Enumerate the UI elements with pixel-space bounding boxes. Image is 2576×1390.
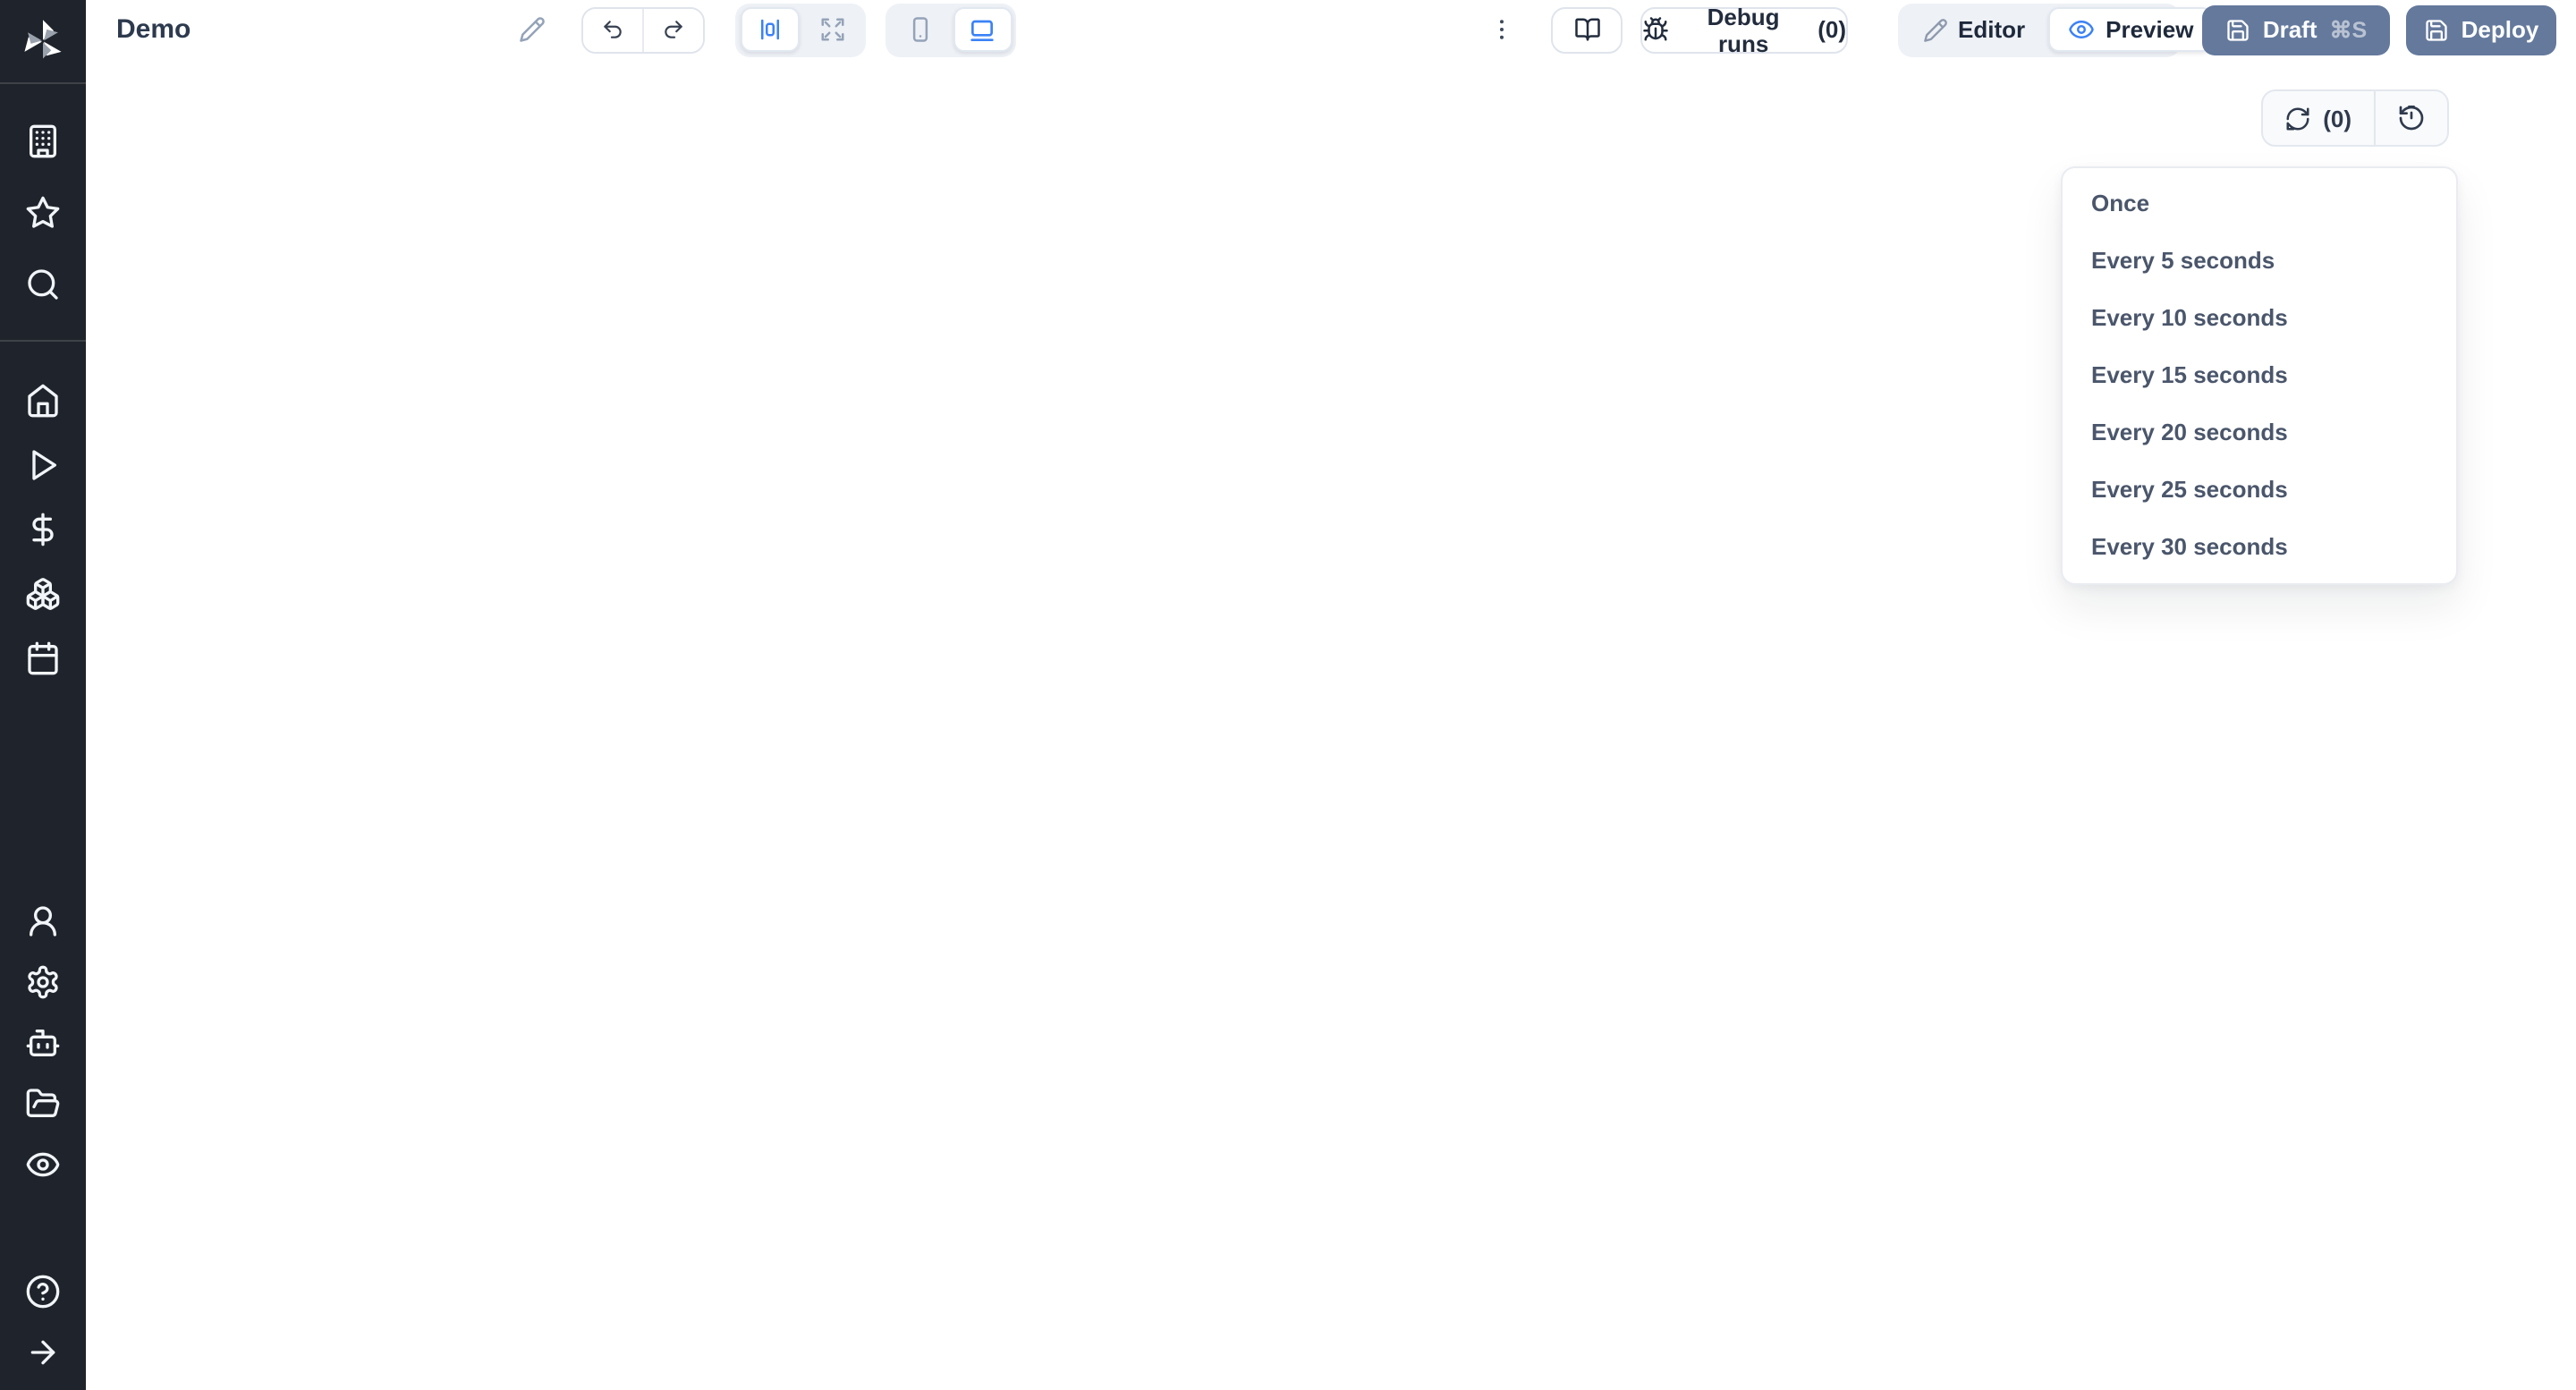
debug-runs-count: (0) — [1818, 16, 1846, 43]
sidebar-item-search[interactable] — [0, 249, 86, 320]
sidebar-divider — [0, 82, 86, 84]
calendar-icon — [25, 640, 61, 676]
preview-tab-label: Preview — [2106, 16, 2193, 43]
windmill-logo-icon[interactable] — [0, 11, 86, 72]
dollar-sign-icon — [25, 512, 61, 547]
debug-runs-button[interactable]: Debug runs (0) — [1640, 6, 1848, 53]
sidebar-item-calendar[interactable] — [0, 626, 86, 691]
menu-item[interactable]: Every 15 seconds — [2063, 346, 2456, 403]
sidebar-item-boxes[interactable] — [0, 562, 86, 626]
undo-icon — [601, 18, 624, 41]
boxes-icon — [25, 576, 61, 612]
sidebar-group-main — [0, 369, 86, 691]
editor-tab[interactable]: Editor — [1902, 7, 2045, 52]
app-window: Demo — [0, 0, 2576, 1390]
sidebar-item-star[interactable] — [0, 177, 86, 249]
sidebar-item-building[interactable] — [0, 106, 86, 177]
bot-icon — [25, 1025, 61, 1061]
draft-shortcut: ⌘S — [2330, 16, 2368, 43]
sidebar-item-folder-open[interactable] — [0, 1073, 86, 1134]
help-circle-icon — [25, 1274, 61, 1309]
sidebar — [0, 0, 86, 1390]
bug-icon — [1642, 16, 1669, 43]
editor-tab-label: Editor — [1958, 16, 2025, 43]
undo-redo-group — [581, 6, 705, 53]
sidebar-item-settings[interactable] — [0, 952, 86, 1013]
main-area: Demo — [86, 0, 2576, 1390]
docs-button[interactable] — [1551, 6, 1623, 53]
star-icon — [25, 195, 61, 231]
play-icon — [25, 447, 61, 483]
sidebar-item-home[interactable] — [0, 369, 86, 433]
menu-item[interactable]: Every 30 seconds — [2063, 518, 2456, 575]
sidebar-group-admin — [0, 891, 86, 1195]
menu-item[interactable]: Every 25 seconds — [2063, 461, 2456, 518]
more-vertical-icon — [1487, 16, 1514, 43]
user-icon — [25, 903, 61, 939]
expand-icon — [818, 16, 845, 43]
page-title: Demo — [116, 0, 191, 59]
menu-item[interactable]: Once — [2063, 174, 2456, 232]
topbar: Demo — [86, 0, 2576, 59]
home-icon — [25, 383, 61, 419]
refresh-runnables-button[interactable]: (0) — [2262, 91, 2373, 145]
preview-tab[interactable]: Preview — [2048, 7, 2213, 52]
refresh-count: (0) — [2323, 105, 2351, 131]
redo-button[interactable] — [642, 8, 703, 51]
building-icon — [25, 123, 61, 159]
sidebar-item-eye[interactable] — [0, 1134, 86, 1195]
deploy-button[interactable]: Deploy — [2406, 4, 2556, 55]
smartphone-icon — [906, 16, 933, 43]
settings-icon — [25, 964, 61, 1000]
deploy-button-label: Deploy — [2462, 16, 2539, 43]
fullscreen-layout-button[interactable] — [802, 7, 861, 52]
folder-open-icon — [25, 1086, 61, 1122]
windmill-logo-icon — [16, 14, 70, 68]
more-menu-button[interactable] — [1487, 6, 1515, 53]
rename-pencil-icon[interactable] — [519, 0, 546, 59]
align-center-horizontal-icon — [756, 16, 783, 43]
pencil-icon — [519, 16, 546, 43]
centered-layout-button[interactable] — [740, 7, 799, 52]
editor-preview-toggle: Editor Preview — [1898, 3, 2181, 56]
eye-icon — [2068, 16, 2095, 43]
schedule-menu: OnceEvery 5 secondsEvery 10 secondsEvery… — [2061, 165, 2458, 584]
mobile-view-button[interactable] — [890, 7, 949, 52]
device-toggle — [886, 3, 1016, 56]
desktop-view-button[interactable] — [953, 7, 1012, 52]
history-icon — [2396, 104, 2425, 132]
app-canvas: (0) OnceEvery 5 secondsEvery 10 secondsE… — [86, 59, 2576, 1390]
pencil-icon — [1922, 17, 1947, 42]
eye-icon — [25, 1147, 61, 1182]
laptop-icon — [968, 15, 996, 44]
menu-item[interactable]: Every 10 seconds — [2063, 289, 2456, 346]
undo-button[interactable] — [583, 8, 642, 51]
sidebar-group-footer — [0, 1261, 86, 1383]
menu-item[interactable]: Every 20 seconds — [2063, 403, 2456, 461]
save-icon — [2225, 17, 2250, 42]
save-icon — [2424, 17, 2449, 42]
search-icon — [25, 267, 61, 302]
debug-runs-label: Debug runs — [1680, 3, 1807, 56]
sidebar-item-help-circle[interactable] — [0, 1261, 86, 1322]
arrow-right-icon — [25, 1335, 61, 1370]
draft-button-label: Draft — [2263, 16, 2318, 43]
refresh-history-group: (0) — [2260, 89, 2448, 147]
sidebar-item-play[interactable] — [0, 433, 86, 497]
sidebar-item-bot[interactable] — [0, 1013, 86, 1073]
history-button[interactable] — [2373, 91, 2446, 145]
sidebar-group-workspace — [0, 106, 86, 320]
sidebar-item-dollar-sign[interactable] — [0, 497, 86, 562]
save-draft-button[interactable]: Draft ⌘S — [2202, 4, 2390, 55]
layout-toggle — [735, 3, 866, 56]
sidebar-item-user[interactable] — [0, 891, 86, 952]
sidebar-item-arrow-right[interactable] — [0, 1322, 86, 1383]
book-open-icon — [1573, 16, 1600, 43]
redo-icon — [662, 18, 685, 41]
menu-item[interactable]: Every 5 seconds — [2063, 232, 2456, 289]
refresh-icon — [2284, 105, 2310, 131]
sidebar-divider — [0, 340, 86, 342]
